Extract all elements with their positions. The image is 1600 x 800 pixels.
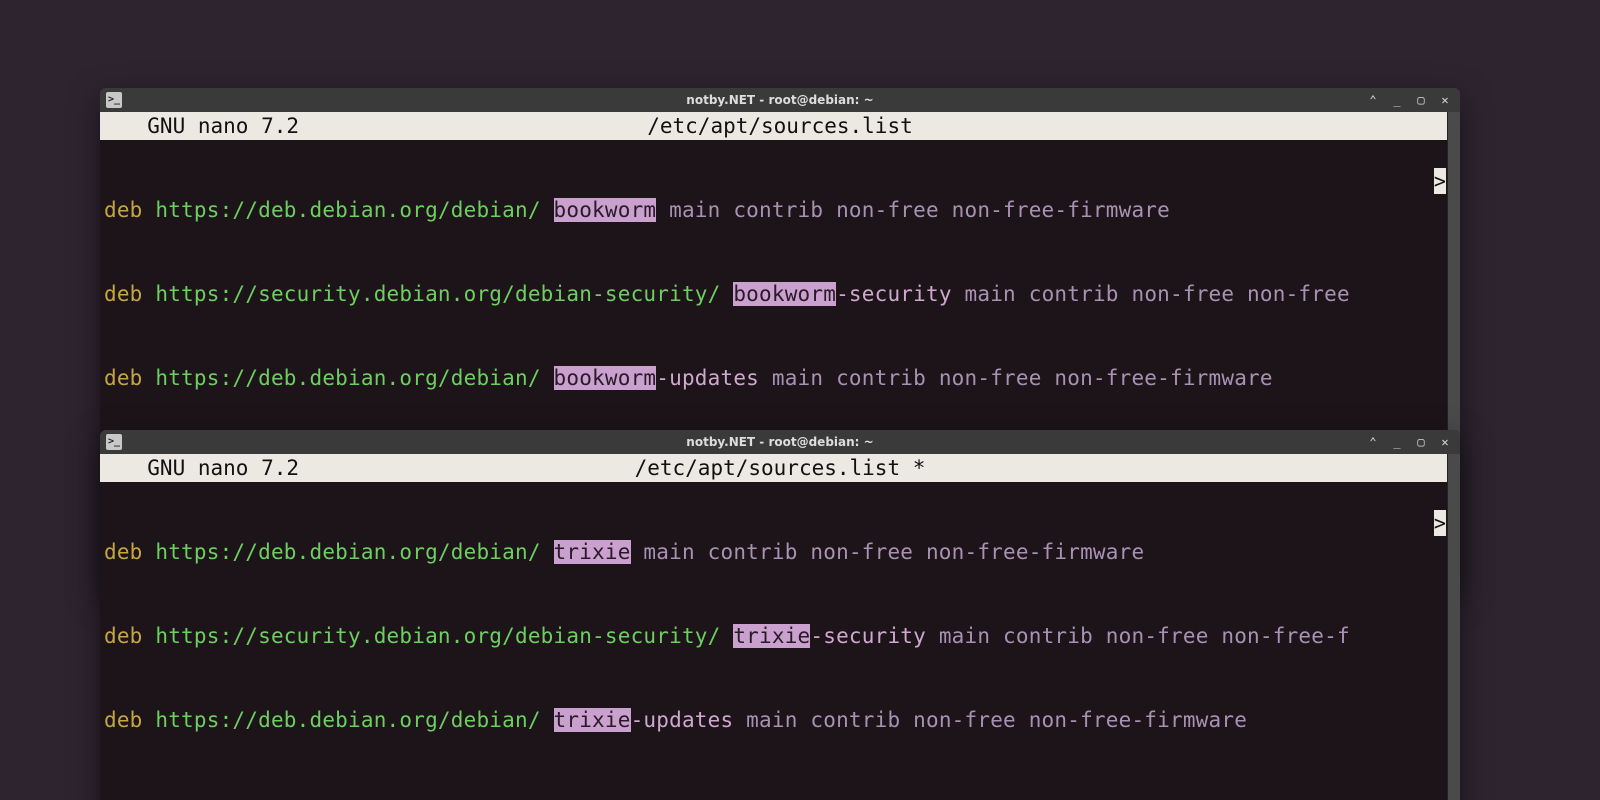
search-match: trixie xyxy=(554,708,631,732)
scrollbar[interactable] xyxy=(1447,454,1460,800)
nano-file-name: /etc/apt/sources.list * xyxy=(100,454,1460,482)
titlebar[interactable]: >_ notby.NET - root@debian: ~ ⌃ _ ▢ ✕ xyxy=(100,430,1460,454)
rollup-button[interactable]: ⌃ xyxy=(1366,93,1380,107)
window-title: notby.NET - root@debian: ~ xyxy=(100,435,1460,449)
terminal-icon: >_ xyxy=(106,92,122,108)
maximize-button[interactable]: ▢ xyxy=(1414,93,1428,107)
search-match: bookworm xyxy=(733,282,836,306)
search-match: trixie xyxy=(554,540,631,564)
nano-app-name: GNU nano 7.2 xyxy=(100,454,299,482)
line-overflow-icon: > xyxy=(1434,510,1446,536)
source-line[interactable]: deb https://security.debian.org/debian-s… xyxy=(104,622,1460,650)
rollup-button[interactable]: ⌃ xyxy=(1366,435,1380,449)
search-match: bookworm xyxy=(554,366,657,390)
window-title: notby.NET - root@debian: ~ xyxy=(100,93,1460,107)
nano-file-name: /etc/apt/sources.list xyxy=(100,112,1460,140)
minimize-button[interactable]: _ xyxy=(1390,435,1404,449)
search-match: trixie xyxy=(733,624,810,648)
maximize-button[interactable]: ▢ xyxy=(1414,435,1428,449)
search-match: bookworm xyxy=(554,198,657,222)
minimize-button[interactable]: _ xyxy=(1390,93,1404,107)
titlebar[interactable]: >_ notby.NET - root@debian: ~ ⌃ _ ▢ ✕ xyxy=(100,88,1460,112)
source-line[interactable]: deb https://deb.debian.org/debian/ trixi… xyxy=(104,706,1460,734)
nano-header: GNU nano 7.2 /etc/apt/sources.list * xyxy=(100,454,1460,482)
close-button[interactable]: ✕ xyxy=(1438,93,1452,107)
nano-header: GNU nano 7.2 /etc/apt/sources.list xyxy=(100,112,1460,140)
source-line[interactable]: deb https://deb.debian.org/debian/ trixi… xyxy=(104,538,1460,566)
file-content[interactable]: deb https://deb.debian.org/debian/ trixi… xyxy=(100,482,1460,800)
source-line[interactable]: deb https://deb.debian.org/debian/ bookw… xyxy=(104,364,1460,392)
nano-app-name: GNU nano 7.2 xyxy=(100,112,299,140)
close-button[interactable]: ✕ xyxy=(1438,435,1452,449)
source-line[interactable]: deb https://deb.debian.org/debian/ bookw… xyxy=(104,196,1460,224)
source-line[interactable]: deb https://security.debian.org/debian-s… xyxy=(104,280,1460,308)
nano-editor[interactable]: GNU nano 7.2 /etc/apt/sources.list * deb… xyxy=(100,454,1460,800)
terminal-window-after: >_ notby.NET - root@debian: ~ ⌃ _ ▢ ✕ GN… xyxy=(100,430,1460,800)
desktop: >_ notby.NET - root@debian: ~ ⌃ _ ▢ ✕ GN… xyxy=(0,0,1600,800)
terminal-icon: >_ xyxy=(106,434,122,450)
line-overflow-icon: > xyxy=(1434,168,1446,194)
